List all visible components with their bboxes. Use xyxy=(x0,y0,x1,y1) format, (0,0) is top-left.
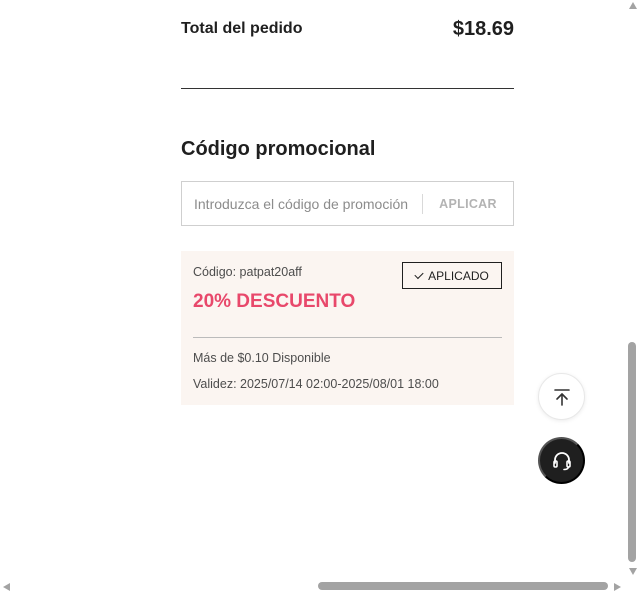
coupon-discount: 20% DESCUENTO xyxy=(193,291,356,312)
scroll-up-arrow[interactable] xyxy=(629,2,637,9)
order-total-value: $18.69 xyxy=(452,17,514,40)
headset-icon xyxy=(552,451,571,470)
arrow-to-top-icon xyxy=(553,388,570,406)
apply-promo-button[interactable]: APLICAR xyxy=(423,182,513,225)
order-total-label: Total del pedido xyxy=(181,20,303,37)
coupon-minimum: Más de $0.10 Disponible xyxy=(193,351,331,365)
promo-code-input[interactable] xyxy=(182,182,422,225)
section-divider xyxy=(181,88,514,89)
scrollbar-corner xyxy=(626,580,640,594)
horizontal-scrollbar[interactable] xyxy=(0,580,626,594)
scroll-left-arrow[interactable] xyxy=(3,583,10,591)
coupon-card: Código: patpat20aff APLICADO 20% DESCUEN… xyxy=(181,251,514,405)
horizontal-scroll-thumb[interactable] xyxy=(318,582,608,590)
back-to-top-button[interactable] xyxy=(538,373,585,420)
promo-code-form: APLICAR xyxy=(181,181,514,226)
check-icon xyxy=(414,269,424,279)
scroll-right-arrow[interactable] xyxy=(614,583,621,591)
vertical-scroll-thumb[interactable] xyxy=(628,342,636,562)
coupon-code: Código: patpat20aff xyxy=(193,265,302,279)
order-total-row: Total del pedido $18.69 xyxy=(181,14,514,44)
coupon-applied-button[interactable]: APLICADO xyxy=(402,262,502,289)
coupon-applied-label: APLICADO xyxy=(428,268,489,283)
promo-section-title: Código promocional xyxy=(181,138,376,160)
coupon-divider xyxy=(193,337,502,338)
customer-support-button[interactable] xyxy=(538,437,585,484)
coupon-validity: Validez: 2025/07/14 02:00-2025/08/01 18:… xyxy=(193,377,439,391)
vertical-scrollbar[interactable] xyxy=(626,0,640,580)
scroll-down-arrow[interactable] xyxy=(629,568,637,575)
